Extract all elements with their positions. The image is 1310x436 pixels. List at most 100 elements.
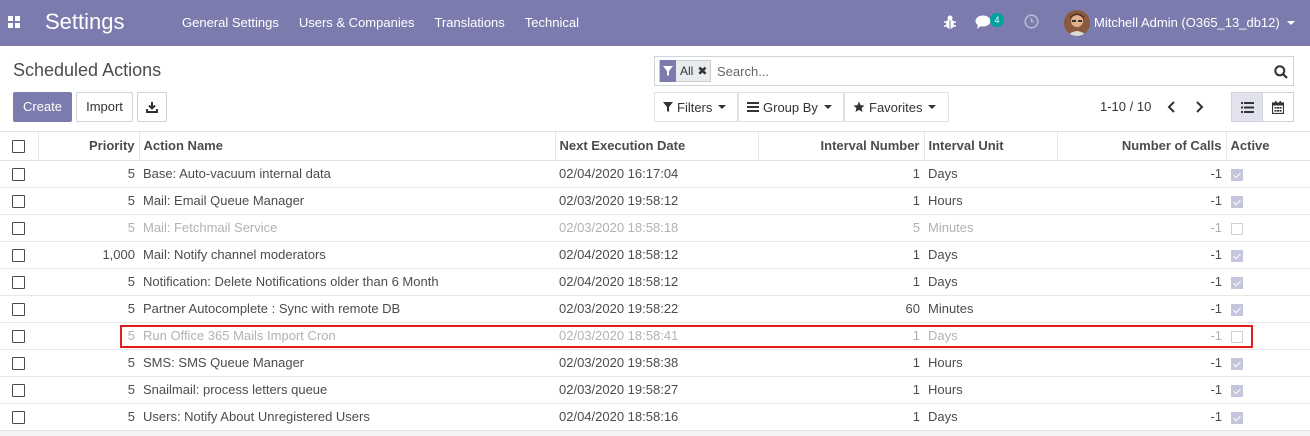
menu-translations[interactable]: Translations — [424, 0, 514, 46]
active-checkbox — [1231, 303, 1243, 316]
next-execution-date-cell: 02/03/2020 19:58:38 — [555, 349, 758, 377]
caret-down-icon — [718, 105, 727, 109]
priority-cell: 5 — [38, 214, 139, 242]
interval-number-cell: 1 — [758, 376, 924, 404]
search-icon[interactable] — [1274, 65, 1288, 79]
user-menu-label[interactable]: Mitchell Admin (O365_13_db12) — [1094, 0, 1280, 46]
interval-unit-cell: Days — [924, 322, 1057, 350]
active-cell — [1226, 403, 1310, 431]
interval-number-cell: 1 — [758, 349, 924, 377]
avatar[interactable] — [1064, 10, 1090, 36]
group-by-dropdown[interactable]: Group By — [738, 92, 844, 122]
bug-icon[interactable] — [943, 14, 957, 30]
search-input[interactable] — [717, 62, 1257, 80]
row-checkbox[interactable] — [12, 384, 25, 398]
interval-unit-cell: Hours — [924, 349, 1057, 377]
scheduled-actions-table: Priority Action Name Next Execution Date… — [0, 132, 1310, 431]
page-title: Scheduled Actions — [13, 60, 162, 80]
priority-cell: 5 — [38, 376, 139, 404]
action-name-cell: SMS: SMS Queue Manager — [139, 349, 555, 377]
table-row[interactable]: 5 Notification: Delete Notifications olde… — [0, 268, 1310, 296]
priority-cell: 1,000 — [38, 241, 139, 269]
row-checkbox[interactable] — [12, 222, 25, 236]
chevron-left-icon[interactable] — [1164, 97, 1180, 117]
interval-unit-cell: Minutes — [924, 295, 1057, 323]
table-row[interactable]: 1,000 Mail: Notify channel moderators 02/0… — [0, 241, 1310, 269]
action-name-cell: Base: Auto-vacuum internal data — [139, 160, 555, 188]
menu-general-settings[interactable]: General Settings — [172, 0, 289, 46]
select-all-cell[interactable] — [0, 132, 38, 161]
row-checkbox[interactable] — [12, 411, 25, 425]
column-header-interval-unit[interactable]: Interval Unit — [923, 132, 1057, 161]
row-checkbox[interactable] — [12, 168, 25, 182]
action-name-cell: Mail: Email Queue Manager — [139, 187, 555, 215]
row-checkbox[interactable] — [12, 330, 25, 344]
action-name-cell: Mail: Notify channel moderators — [139, 241, 555, 269]
priority-cell: 5 — [38, 268, 139, 296]
apps-menu-icon[interactable] — [8, 16, 20, 28]
select-all-checkbox[interactable] — [12, 140, 25, 154]
active-cell — [1226, 295, 1310, 323]
star-icon — [853, 101, 865, 112]
close-icon[interactable]: ✖ — [697, 64, 707, 78]
active-checkbox — [1231, 222, 1243, 235]
facet-value: All — [680, 64, 694, 78]
import-button[interactable]: Import — [76, 92, 133, 122]
caret-down-icon — [928, 105, 937, 109]
column-header-priority[interactable]: Priority — [37, 132, 139, 161]
active-cell — [1226, 349, 1310, 377]
caret-down-icon[interactable] — [1287, 21, 1295, 25]
menu-users-companies[interactable]: Users & Companies — [289, 0, 425, 46]
active-checkbox — [1231, 195, 1243, 208]
row-checkbox[interactable] — [12, 195, 25, 209]
next-execution-date-cell: 02/03/2020 19:58:22 — [555, 295, 758, 323]
column-header-interval-number[interactable]: Interval Number — [757, 132, 924, 161]
next-execution-date-cell: 02/03/2020 18:58:41 — [555, 322, 758, 350]
interval-number-cell: 1 — [758, 160, 924, 188]
row-select-cell — [0, 322, 38, 350]
column-header-number-of-calls[interactable]: Number of Calls — [1056, 132, 1226, 161]
table-row[interactable]: 5 Partner Autocomplete : Sync with remote… — [0, 295, 1310, 323]
interval-unit-cell: Days — [924, 160, 1057, 188]
interval-unit-cell: Hours — [924, 187, 1057, 215]
row-checkbox[interactable] — [12, 303, 25, 317]
clock-icon[interactable] — [1024, 14, 1039, 29]
interval-number-cell: 60 — [758, 295, 924, 323]
action-name-cell: Mail: Fetchmail Service — [139, 214, 555, 242]
number-of-calls-cell: -1 — [1057, 187, 1226, 215]
interval-unit-cell: Days — [924, 268, 1057, 296]
table-row[interactable]: 5 Mail: Fetchmail Service 02/03/2020 18:58… — [0, 214, 1310, 242]
table-row[interactable]: 5 Run Office 365 Mails Import Cron 02/03/2… — [0, 322, 1310, 350]
row-checkbox[interactable] — [12, 249, 25, 263]
table-row[interactable]: 5 Snailmail: process letters queue 02/03/2… — [0, 376, 1310, 404]
table-row[interactable]: 5 Users: Notify About Unregistered Users 0… — [0, 403, 1310, 431]
create-button[interactable]: Create — [13, 92, 72, 122]
favorites-dropdown[interactable]: Favorites — [844, 92, 949, 122]
next-execution-date-cell: 02/04/2020 18:58:12 — [555, 241, 758, 269]
row-select-cell — [0, 403, 38, 431]
filters-dropdown[interactable]: Filters — [654, 92, 738, 122]
column-header-action-name[interactable]: Action Name — [138, 132, 555, 161]
table-row[interactable]: 5 Mail: Email Queue Manager 02/03/2020 19:… — [0, 187, 1310, 215]
number-of-calls-cell: -1 — [1057, 268, 1226, 296]
list-view-button[interactable] — [1231, 92, 1263, 122]
column-header-next-execution-date[interactable]: Next Execution Date — [554, 132, 758, 161]
main-menu: General Settings Users & Companies Trans… — [172, 0, 589, 46]
active-cell — [1226, 241, 1310, 269]
table-row[interactable]: 5 SMS: SMS Queue Manager 02/03/2020 19:58:… — [0, 349, 1310, 377]
column-header-active[interactable]: Active — [1225, 132, 1310, 161]
interval-unit-cell: Days — [924, 403, 1057, 431]
row-select-cell — [0, 349, 38, 377]
row-checkbox[interactable] — [12, 357, 25, 371]
menu-technical[interactable]: Technical — [515, 0, 589, 46]
pager-value[interactable]: 1-10 / 10 — [1100, 99, 1151, 114]
row-select-cell — [0, 187, 38, 215]
table-row[interactable]: 5 Base: Auto-vacuum internal data 02/04/20… — [0, 160, 1310, 188]
priority-cell: 5 — [38, 403, 139, 431]
app-title[interactable]: Settings — [45, 9, 125, 35]
chevron-right-icon[interactable] — [1191, 97, 1207, 117]
control-panel: Scheduled Actions Create Import All ✖ Fi… — [0, 46, 1310, 132]
row-checkbox[interactable] — [12, 276, 25, 290]
download-button[interactable] — [137, 92, 167, 122]
calendar-view-button[interactable] — [1262, 92, 1294, 122]
